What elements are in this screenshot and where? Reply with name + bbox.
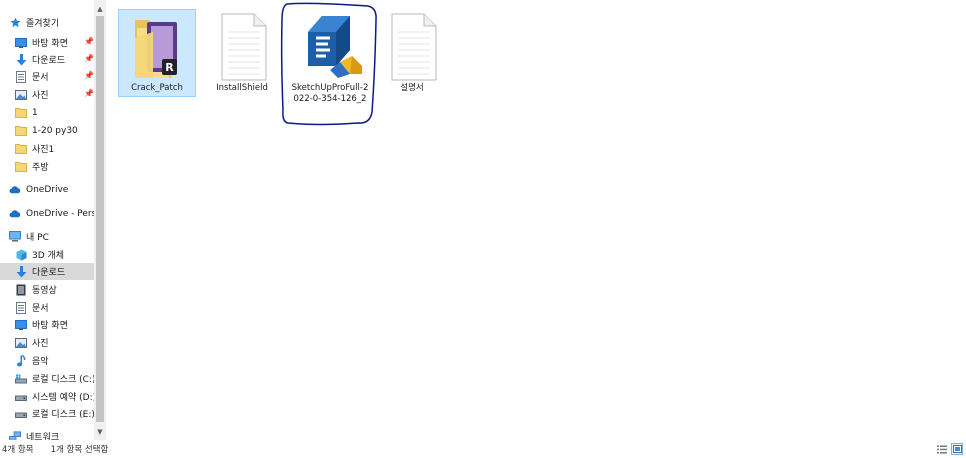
folder-icon bbox=[15, 107, 27, 119]
desktop-icon bbox=[15, 37, 27, 49]
drive-icon bbox=[15, 408, 27, 420]
nav-network[interactable]: 네트워크 bbox=[0, 428, 94, 440]
nav-item-folder-kitchen-label: 주방 bbox=[32, 163, 49, 173]
folder-icon bbox=[15, 161, 27, 173]
computer-icon bbox=[9, 231, 21, 243]
star-icon bbox=[9, 17, 21, 29]
sidebar-scrollbar[interactable]: ▲ ▼ bbox=[94, 0, 106, 440]
cloud-icon bbox=[9, 184, 21, 196]
nav-item-pc-downloads-label: 다운로드 bbox=[32, 268, 66, 278]
pin-icon[interactable]: 📌 bbox=[84, 89, 94, 98]
status-bar: 4개 항목 1개 항목 선택함 bbox=[0, 440, 966, 458]
nav-onedrive-personal[interactable]: OneDrive - Persor bbox=[0, 205, 94, 222]
nav-item-pc-desktop[interactable]: 바탕 화면 bbox=[0, 316, 94, 333]
nav-item-drive-c-label: 로컬 디스크 (C:) bbox=[32, 375, 94, 385]
nav-quick-access-label: 즐겨찾기 bbox=[26, 19, 60, 29]
music-note-icon bbox=[15, 354, 27, 367]
item-count-text: 4개 항목 bbox=[2, 445, 34, 455]
desktop-icon bbox=[15, 319, 27, 331]
drive-icon bbox=[15, 391, 27, 403]
nav-item-drive-e-label: 로컬 디스크 (E:) bbox=[32, 410, 94, 420]
document-icon bbox=[15, 301, 27, 314]
cube-3d-icon bbox=[15, 249, 27, 261]
nav-item-pc-desktop-label: 바탕 화면 bbox=[32, 321, 68, 331]
selection-count-text: 1개 항목 선택함 bbox=[50, 445, 109, 455]
nav-item-drive-c[interactable]: 로컬 디스크 (C:) bbox=[0, 370, 94, 387]
nav-item-folder-1-label: 1 bbox=[32, 107, 38, 118]
network-icon bbox=[9, 431, 21, 440]
nav-item-videos-label: 동영상 bbox=[32, 286, 57, 296]
file-name-label: Crack_Patch bbox=[131, 83, 183, 93]
nav-item-folder-photos1-label: 사진1 bbox=[32, 145, 55, 155]
nav-onedrive-personal-label: OneDrive - Persor bbox=[26, 208, 94, 219]
nav-item-pictures-label: 사진 bbox=[32, 91, 49, 101]
scroll-up-arrow-icon[interactable]: ▲ bbox=[94, 2, 106, 16]
folder-winrar-icon: R bbox=[127, 12, 187, 82]
download-arrow-icon bbox=[15, 53, 27, 66]
nav-item-pc-pictures[interactable]: 사진 bbox=[0, 334, 94, 351]
nav-item-3d-objects[interactable]: 3D 개체 bbox=[0, 246, 94, 263]
nav-item-documents-label: 문서 bbox=[32, 73, 49, 83]
nav-item-folder-1[interactable]: 1 bbox=[0, 104, 94, 121]
nav-item-pc-downloads[interactable]: 다운로드 bbox=[0, 263, 94, 280]
folder-icon bbox=[15, 143, 27, 155]
nav-item-pc-documents[interactable]: 문서 bbox=[0, 299, 94, 316]
nav-item-music-label: 음악 bbox=[32, 357, 49, 367]
nav-item-music[interactable]: 음악 bbox=[0, 352, 94, 369]
blank-file-icon bbox=[382, 12, 442, 82]
nav-item-folder-kitchen[interactable]: 주방 bbox=[0, 158, 94, 175]
video-icon bbox=[15, 284, 27, 296]
large-icons-view-icon[interactable] bbox=[951, 443, 963, 455]
nav-this-pc[interactable]: 내 PC bbox=[0, 228, 94, 245]
nav-onedrive-label: OneDrive bbox=[26, 184, 69, 195]
nav-item-3d-objects-label: 3D 개체 bbox=[32, 251, 65, 261]
nav-item-pc-pictures-label: 사진 bbox=[32, 339, 49, 349]
nav-this-pc-label: 내 PC bbox=[26, 233, 49, 243]
folder-icon bbox=[15, 125, 27, 137]
file-item-crack-patch[interactable]: R Crack_Patch bbox=[118, 9, 196, 97]
file-name-label: 설명서 bbox=[400, 83, 424, 93]
details-view-icon[interactable] bbox=[936, 443, 948, 455]
navigation-pane: 즐겨찾기 바탕 화면 📌 다운로드 📌 문서 📌 사진 📌 1 1-20 py3… bbox=[0, 0, 94, 440]
nav-item-pc-documents-label: 문서 bbox=[32, 304, 49, 314]
nav-item-desktop-label: 바탕 화면 bbox=[32, 39, 68, 49]
scroll-down-arrow-icon[interactable]: ▼ bbox=[94, 425, 106, 439]
file-name-label: InstallShield bbox=[216, 83, 268, 93]
nav-item-folder-1-20[interactable]: 1-20 py30 bbox=[0, 122, 94, 139]
pictures-icon bbox=[15, 89, 27, 101]
pin-icon[interactable]: 📌 bbox=[84, 71, 94, 80]
nav-item-drive-d[interactable]: 시스템 예약 (D:) bbox=[0, 388, 94, 405]
scrollbar-thumb[interactable] bbox=[96, 16, 104, 422]
nav-item-pictures[interactable]: 사진 📌 bbox=[0, 86, 94, 103]
nav-item-desktop[interactable]: 바탕 화면 📌 bbox=[0, 34, 94, 51]
nav-item-downloads[interactable]: 다운로드 📌 bbox=[0, 51, 94, 68]
blank-file-icon bbox=[212, 12, 272, 82]
download-arrow-icon bbox=[15, 265, 27, 278]
nav-item-drive-e[interactable]: 로컬 디스크 (E:) bbox=[0, 405, 94, 422]
pin-icon[interactable]: 📌 bbox=[84, 54, 94, 63]
cloud-icon bbox=[9, 208, 21, 220]
pin-icon[interactable]: 📌 bbox=[84, 37, 94, 46]
nav-quick-access[interactable]: 즐겨찾기 bbox=[0, 14, 94, 31]
nav-network-label: 네트워크 bbox=[26, 433, 60, 440]
file-item-installshield[interactable]: InstallShield bbox=[196, 9, 288, 94]
file-item-manual[interactable]: 설명서 bbox=[366, 9, 458, 94]
pictures-icon bbox=[15, 337, 27, 349]
system-drive-icon bbox=[15, 373, 27, 385]
nav-item-downloads-label: 다운로드 bbox=[32, 56, 66, 66]
nav-item-drive-d-label: 시스템 예약 (D:) bbox=[32, 393, 94, 403]
nav-item-folder-1-20-label: 1-20 py30 bbox=[32, 125, 78, 136]
nav-onedrive[interactable]: OneDrive bbox=[0, 181, 94, 198]
nav-item-documents[interactable]: 문서 📌 bbox=[0, 68, 94, 85]
svg-text:R: R bbox=[165, 61, 174, 74]
document-icon bbox=[15, 70, 27, 83]
nav-item-videos[interactable]: 동영상 bbox=[0, 281, 94, 298]
nav-item-folder-photos1[interactable]: 사진1 bbox=[0, 140, 94, 157]
